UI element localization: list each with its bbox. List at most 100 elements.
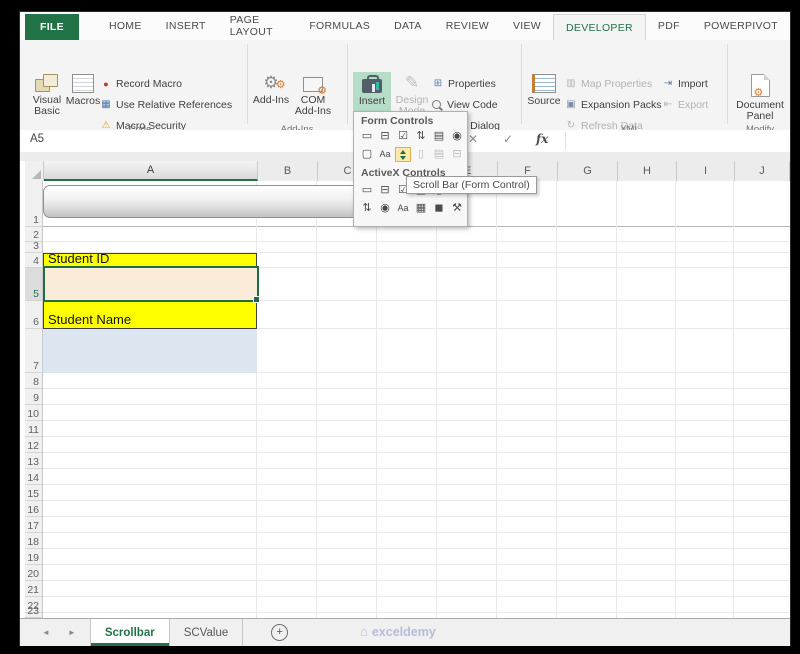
row-header-16[interactable]: 16	[25, 501, 42, 517]
label-icon[interactable]: Aa	[395, 201, 411, 216]
view-code-button[interactable]: View Code	[432, 97, 498, 112]
spin-button-icon[interactable]: ⇅	[413, 129, 429, 144]
row-header-21[interactable]: 21	[25, 581, 42, 597]
row-header-12[interactable]: 12	[25, 437, 42, 453]
command-button-icon[interactable]: ▭	[359, 183, 375, 198]
row-header-17[interactable]: 17	[25, 517, 42, 533]
gridline	[616, 181, 617, 618]
ribbon-tab-formulas[interactable]: FORMULAS	[297, 12, 382, 40]
scrollbar-form-control-object[interactable]	[43, 185, 363, 218]
expansion-packs-button[interactable]: ▣ Expansion Packs	[565, 97, 662, 112]
image-icon[interactable]: ▦	[413, 201, 429, 216]
row-header-1[interactable]: 1	[25, 181, 42, 227]
sheet-tab-scvalue[interactable]: SCValue	[170, 619, 244, 646]
check-box-icon[interactable]: ☑	[395, 129, 411, 144]
ribbon-tab-home[interactable]: HOME	[97, 12, 154, 40]
row-header-4[interactable]: 4	[25, 253, 42, 268]
option-button-icon[interactable]: ◉	[377, 201, 393, 216]
scroll-bar-icon[interactable]	[395, 147, 411, 162]
list-box-icon[interactable]: ▤	[431, 129, 447, 144]
ribbon-tab-insert[interactable]: INSERT	[154, 12, 218, 40]
gridline	[675, 181, 676, 618]
combo-list-icon[interactable]: ▤	[431, 147, 447, 162]
gridline	[43, 484, 790, 485]
row-header-9[interactable]: 9	[25, 389, 42, 405]
spin-button-icon[interactable]: ⇅	[359, 201, 375, 216]
insert-controls-dropdown: Form Controls ▭⊟☑⇅▤◉ ▢Aa▯▤⊟ ActiveX Cont…	[353, 111, 468, 227]
sheet-nav-right-icon[interactable]: ►	[68, 628, 76, 637]
column-header-a[interactable]: A	[44, 161, 258, 181]
cancel-icon[interactable]: ✕	[468, 132, 478, 146]
column-header-i[interactable]: I	[677, 161, 735, 181]
gridline	[43, 452, 790, 453]
ribbon-tab-powerpivot[interactable]: POWERPIVOT	[692, 12, 790, 40]
insert-function-icon[interactable]: fx	[536, 132, 548, 146]
group-separator	[247, 44, 248, 124]
column-header-j[interactable]: J	[735, 161, 790, 181]
ribbon-tab-view[interactable]: VIEW	[501, 12, 553, 40]
grid-cells[interactable]: Student ID Student Name	[43, 181, 790, 618]
gridline	[43, 500, 790, 501]
group-box-icon[interactable]: ▢	[359, 147, 375, 162]
sheet-nav-left-icon[interactable]: ◄	[42, 628, 50, 637]
combo-box-icon[interactable]: ⊟	[377, 183, 393, 198]
fill-handle[interactable]	[253, 296, 260, 303]
row-header-20[interactable]: 20	[25, 565, 42, 581]
sheet-nav: ◄ ►	[20, 619, 90, 646]
gridline	[496, 181, 497, 618]
combo-box-icon[interactable]: ⊟	[377, 129, 393, 144]
ribbon-tab-file[interactable]: FILE	[25, 14, 79, 40]
ribbon-tab-page-layout[interactable]: PAGE LAYOUT	[218, 12, 298, 40]
button-icon[interactable]: ▭	[359, 129, 375, 144]
toggle-button-icon[interactable]: ◼	[431, 201, 447, 216]
ribbon-tab-data[interactable]: DATA	[382, 12, 434, 40]
sheet-tab-scrollbar[interactable]: Scrollbar	[90, 619, 170, 646]
row-header-19[interactable]: 19	[25, 549, 42, 565]
ribbon-tab-developer[interactable]: DEVELOPER	[553, 14, 646, 40]
house-icon: ⌂	[360, 624, 368, 639]
new-sheet-button[interactable]: +	[271, 624, 288, 641]
row-header-15[interactable]: 15	[25, 485, 42, 501]
row-header-10[interactable]: 10	[25, 405, 42, 421]
row-header-14[interactable]: 14	[25, 469, 42, 485]
name-box[interactable]: A5	[30, 133, 44, 145]
cell-a6[interactable]: Student Name	[43, 301, 257, 329]
export-button[interactable]: ⇤ Export	[662, 97, 708, 112]
column-header-h[interactable]: H	[618, 161, 677, 181]
column-header-b[interactable]: B	[258, 161, 318, 181]
ribbon-tab-review[interactable]: REVIEW	[434, 12, 501, 40]
text-field-icon[interactable]: ▯	[413, 147, 429, 162]
enter-icon[interactable]: ✓	[503, 132, 513, 146]
gridline	[43, 516, 790, 517]
selected-cell-a5[interactable]	[43, 266, 259, 302]
cell-a7[interactable]	[43, 329, 257, 373]
row-header-13[interactable]: 13	[25, 453, 42, 469]
gridline	[43, 596, 790, 597]
record-macro-button[interactable]: ● Record Macro	[100, 76, 182, 91]
row-header-3[interactable]: 3	[25, 242, 42, 253]
row-header-11[interactable]: 11	[25, 421, 42, 437]
form-controls-row-1: ▭⊟☑⇅▤◉	[359, 129, 465, 144]
row-header-18[interactable]: 18	[25, 533, 42, 549]
form-controls-row-2: ▢Aa ▯▤⊟	[359, 147, 465, 162]
worksheet-grid[interactable]: 1234567891011121314151617181920212223 St…	[25, 181, 790, 618]
use-relative-references-button[interactable]: ▦ Use Relative References	[100, 97, 232, 112]
map-properties-button[interactable]: ▥ Map Properties	[565, 76, 652, 91]
ribbon-tab-pdf[interactable]: PDF	[646, 12, 692, 40]
option-button-icon[interactable]: ◉	[449, 129, 465, 144]
source-button[interactable]: Source	[525, 72, 563, 138]
row-header-5[interactable]: 5	[25, 268, 42, 301]
import-button[interactable]: ⇥ Import	[662, 76, 708, 91]
properties-button[interactable]: ⊞ Properties	[432, 76, 496, 91]
select-all-corner[interactable]	[25, 161, 44, 181]
label-icon[interactable]: Aa	[377, 147, 393, 162]
row-header-8[interactable]: 8	[25, 373, 42, 389]
row-header-6[interactable]: 6	[25, 301, 42, 329]
visual-basic-button[interactable]: Visual Basic	[28, 72, 66, 138]
properties-icon: ⊞	[432, 78, 444, 90]
combo-dropdown-icon[interactable]: ⊟	[449, 147, 465, 162]
gridline	[43, 612, 790, 613]
more-controls-icon[interactable]: ⚒	[449, 201, 465, 216]
column-header-g[interactable]: G	[558, 161, 618, 181]
row-header-7[interactable]: 7	[25, 329, 42, 373]
